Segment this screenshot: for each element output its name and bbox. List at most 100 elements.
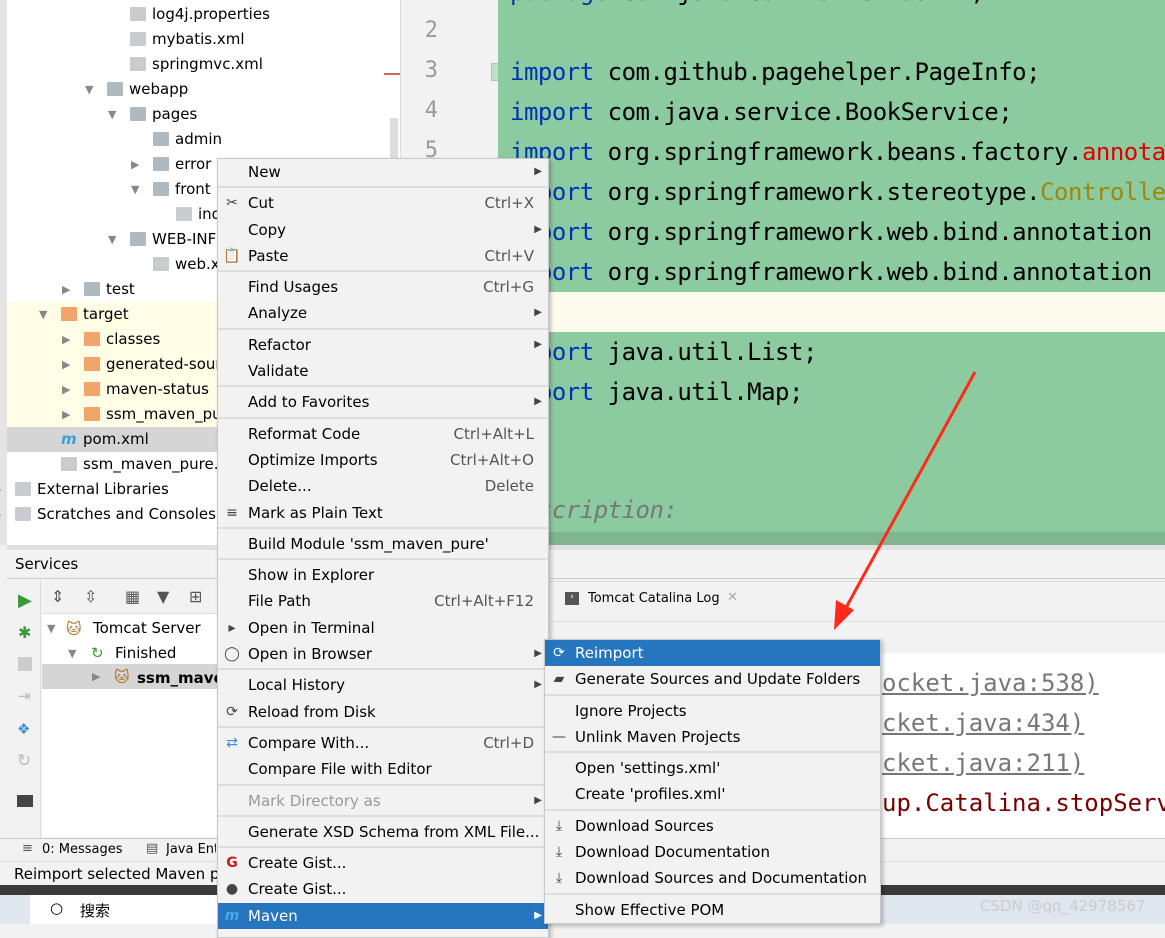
menu-item-create-profiles-xml[interactable]: Create 'profiles.xml' (545, 781, 880, 807)
menu-item-ignore-projects[interactable]: Ignore Projects (545, 698, 880, 724)
tab-messages[interactable]: 0: Messages (42, 842, 123, 857)
menu-item-delete[interactable]: Delete... Delete (218, 473, 548, 499)
collapse-arrow-icon[interactable]: ▶ (0, 502, 1, 527)
service-node[interactable]: Finished (115, 644, 176, 662)
iml-file-icon (61, 457, 77, 471)
menu-item-mark-as-plain-text[interactable]: ≡ Mark as Plain Text (218, 500, 548, 526)
menu-item-open-in-terminal[interactable]: ▸ Open in Terminal (218, 615, 548, 641)
tree-item[interactable]: log4j.properties (7, 2, 400, 27)
menu-item-compare-with[interactable]: ⇄ Compare With... Ctrl+D (218, 730, 548, 756)
stop-icon[interactable] (18, 657, 32, 671)
menu-item-label: Create Gist... (248, 854, 347, 873)
menu-item-label: Mark as Plain Text (248, 503, 383, 522)
collapse-arrow-icon[interactable]: ▶ (62, 327, 70, 352)
menu-item-mark-directory-as[interactable]: Mark Directory as ▶ (218, 788, 548, 814)
menu-item-unlink-maven-projects[interactable]: — Unlink Maven Projects (545, 724, 880, 750)
tab-java-enterprise[interactable]: Java Enterprise (166, 842, 216, 857)
menu-item-file-path[interactable]: File Path Ctrl+Alt+F12 (218, 588, 548, 614)
menu-item-create-gist[interactable]: ● Create Gist... (218, 876, 548, 902)
tree-item-label: pom.xml (83, 430, 149, 448)
tab-tomcat-catalina-log[interactable]: Tomcat Catalina Log (588, 591, 720, 606)
menu-item-label: Create 'profiles.xml' (575, 785, 726, 804)
collapse-arrow-icon[interactable]: ▶ (0, 477, 1, 502)
group-icon[interactable]: ▦ (125, 587, 140, 606)
menu-item-maven[interactable]: m Maven ▶ (218, 902, 548, 930)
expand-arrow-icon[interactable]: ▼ (39, 302, 47, 327)
expand-arrow-icon[interactable]: ▼ (131, 177, 139, 202)
collapse-arrow-icon[interactable]: ▶ (62, 352, 70, 377)
debug-icon[interactable]: ✱ (18, 623, 31, 642)
menu-item-new[interactable]: New ▶ (218, 159, 548, 185)
stacktrace-link[interactable]: cket.java:211) (882, 749, 1084, 777)
menu-item-reformat-code[interactable]: Reformat Code Ctrl+Alt+L (218, 421, 548, 447)
menu-item-create-gist[interactable]: G Create Gist... (218, 850, 548, 876)
filter-icon[interactable]: ▼ (157, 587, 169, 606)
menu-item-copy[interactable]: Copy ▶ (218, 217, 548, 243)
deploy-icon[interactable]: ⇥ (18, 687, 31, 705)
collapse-arrow-icon[interactable]: ▶ (62, 402, 70, 427)
menu-item-download-documentation[interactable]: ⤓ Download Documentation (545, 839, 880, 865)
refresh-icon[interactable]: ↻ (17, 751, 31, 771)
tree-item-label: WEB-INF (152, 230, 217, 248)
menu-item-generate-xsd-schema-from-xml-file[interactable]: Generate XSD Schema from XML File... (218, 819, 548, 845)
menu-item-analyze[interactable]: Analyze ▶ (218, 300, 548, 326)
tree-item[interactable]: ▼ webapp (7, 77, 400, 102)
collapse-arrow-icon[interactable]: ▶ (62, 377, 70, 402)
tree-item-label: admin (175, 130, 222, 148)
collapse-all-icon[interactable]: ⇳ (84, 587, 97, 606)
collapse-arrow-icon[interactable]: ▶ (131, 152, 139, 177)
expand-arrow-icon[interactable]: ▼ (108, 227, 116, 252)
menu-item-label: Open 'settings.xml' (575, 759, 721, 778)
tree-item[interactable]: admin (7, 127, 400, 152)
submenu-arrow-icon: ▶ (534, 396, 542, 408)
menu-item-paste[interactable]: 📋 Paste Ctrl+V (218, 243, 548, 269)
close-tab-icon[interactable]: ✕ (727, 590, 738, 605)
menu-item-open-in-browser[interactable]: ◯ Open in Browser ▶ (218, 641, 548, 667)
expand-arrow-icon[interactable]: ▼ (108, 102, 116, 127)
stacktrace-link[interactable]: ocket.java:538) (882, 669, 1099, 697)
menu-item-open-settings-xml[interactable]: Open 'settings.xml' (545, 755, 880, 781)
globe-icon: ◯ (224, 646, 240, 663)
menu-item-download-sources[interactable]: ⤓ Download Sources (545, 813, 880, 839)
menu-item-find-usages[interactable]: Find Usages Ctrl+G (218, 274, 548, 300)
menu-item-compare-file-with-editor[interactable]: Compare File with Editor (218, 756, 548, 782)
menu-item-label: Download Sources (575, 816, 714, 835)
menu-item-local-history[interactable]: Local History ▶ (218, 672, 548, 698)
reimport-icon: ⟳ (553, 645, 565, 661)
menu-item-label: Local History (248, 676, 346, 695)
menu-item-download-sources-and-documentation[interactable]: ⤓ Download Sources and Documentation (545, 865, 880, 891)
stacktrace-link[interactable]: cket.java:434) (882, 709, 1084, 737)
menu-item-build-module-ssm-maven-pure[interactable]: Build Module 'ssm_maven_pure' (218, 531, 548, 557)
collapse-arrow-icon[interactable]: ▶ (62, 277, 70, 302)
tree-item[interactable]: ▼ pages (7, 102, 400, 127)
menu-item-refactor[interactable]: Refactor ▶ (218, 332, 548, 358)
tree-item[interactable]: mybatis.xml (7, 27, 400, 52)
taskbar-search[interactable]: ○ 搜索 (30, 895, 220, 924)
layout-icon[interactable] (17, 795, 33, 807)
menu-item-reload-from-disk[interactable]: ⟳ Reload from Disk (218, 699, 548, 725)
menu-item-optimize-imports[interactable]: Optimize Imports Ctrl+Alt+O (218, 447, 548, 473)
minus-icon: — (552, 728, 566, 745)
menu-item-label: Refactor (248, 335, 311, 354)
tree-scrollbar[interactable] (390, 118, 398, 163)
menu-item-reimport[interactable]: ⟳ Reimport (545, 640, 880, 667)
tree-item[interactable]: springmvc.xml (7, 52, 400, 77)
folder-icon (153, 157, 169, 171)
download-icon: ⤓ (555, 870, 563, 887)
run-icon[interactable]: ▶ (18, 590, 32, 611)
add-service-icon[interactable]: ⊞ (189, 587, 202, 606)
code-line: import org.springframework.stereotype.Co… (510, 178, 1165, 206)
spring-xml-file-icon (130, 57, 146, 71)
menu-item-generate-sources-and-update-folders[interactable]: ▰ Generate Sources and Update Folders (545, 666, 880, 692)
expand-arrow-icon[interactable]: ▼ (85, 77, 93, 102)
expand-all-icon[interactable]: ⇕ (51, 587, 64, 606)
tree-item-label: pages (152, 105, 198, 123)
menu-item-cut[interactable]: ✂ Cut Ctrl+X (218, 190, 548, 216)
menu-item-show-effective-pom[interactable]: Show Effective POM (545, 897, 880, 923)
menu-item-validate[interactable]: Validate (218, 358, 548, 384)
menu-item-add-to-favorites[interactable]: Add to Favorites ▶ (218, 389, 548, 415)
arrow-line (840, 371, 977, 616)
artifacts-icon[interactable]: ❖ (17, 720, 30, 738)
service-node[interactable]: Tomcat Server (93, 619, 201, 637)
menu-item-show-in-explorer[interactable]: Show in Explorer (218, 562, 548, 588)
